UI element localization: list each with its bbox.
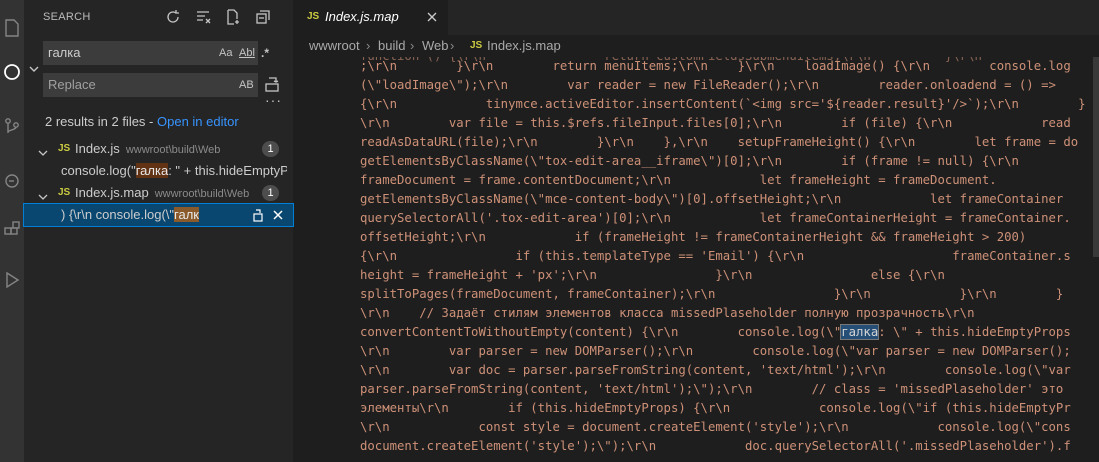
debug-icon[interactable] [2, 170, 22, 190]
dismiss-match-icon[interactable] [271, 207, 285, 221]
code-line: ;\r\n }\r\n return menuItems;\r\n }\r\n … [360, 59, 1071, 73]
chevron-right-icon: › [366, 38, 371, 53]
match-row[interactable]: console.log("галка: " + this.hideEmptyPr… [24, 160, 293, 182]
file-result[interactable]: JS Index.js.map wwwroot\build\Web 1 [24, 182, 293, 204]
replace-match-icon[interactable] [251, 207, 265, 222]
code-line: \r\n var parser = new DOMParser();\r\n c… [360, 344, 1071, 358]
tab-index-js-map[interactable]: JS Index.js.map [293, 0, 448, 35]
editor-tab-bar: JS Index.js.map [293, 0, 1099, 35]
clear-results-icon[interactable] [193, 8, 213, 26]
code-line: \r\n // Задаёт стилям элементов класса m… [360, 306, 975, 320]
breadcrumb-item[interactable]: build [378, 35, 405, 57]
search-match-highlight: галка [840, 324, 880, 340]
match-highlight: галка [135, 163, 169, 178]
replace-all-icon[interactable] [264, 76, 280, 92]
preserve-case-toggle[interactable]: AB [239, 73, 254, 97]
match-count-badge: 1 [262, 185, 279, 201]
file-name: Index.js wwwroot\build\Web [75, 141, 221, 156]
code-line: height = frameHeight + 'px';\r\n }\r\n e… [360, 268, 945, 282]
results-summary: 2 results in 2 files - Open in editor [45, 114, 239, 129]
run-icon[interactable] [2, 270, 22, 290]
code-line: convertContentToWithoutEmpty(content) {\… [360, 324, 1071, 340]
explorer-icon[interactable] [2, 18, 22, 38]
code-line: readAsDataURL(file);\r\n }\r\n },\r\n se… [360, 135, 1079, 149]
replace-input[interactable]: Replace AB [43, 73, 258, 97]
match-whole-word-toggle[interactable]: Abl [239, 41, 255, 65]
code-line: \r\n const style = document.createElemen… [360, 420, 1071, 434]
use-regex-toggle[interactable]: .* [261, 41, 269, 65]
sidebar-actions [163, 8, 273, 26]
extensions-icon[interactable] [2, 220, 22, 240]
code-line: splitToPages(frameDocument, frameContain… [360, 287, 1064, 301]
match-preview: ) {\r\n console.log(\"галк [61, 207, 199, 222]
match-count-badge: 1 [262, 141, 279, 157]
code-line: querySelectorAll('.tox-edit-area')[0];\r… [360, 211, 1071, 225]
code-line: offsetHeight;\r\n if (frameHeight != fra… [360, 230, 1027, 244]
refresh-icon[interactable] [163, 8, 183, 26]
activity-bar [0, 0, 24, 462]
file-result[interactable]: JS Index.js wwwroot\build\Web 1 [24, 138, 293, 160]
code-line: \r\n var doc = parser.parseFromString(co… [360, 363, 1071, 377]
file-path: wwwroot\build\Web [125, 144, 221, 156]
match-highlight: галк [174, 207, 199, 222]
breadcrumb-item[interactable]: Web [422, 35, 449, 57]
search-input-value: галка [48, 45, 81, 60]
search-input[interactable]: галка Aa Abl .* [43, 41, 269, 65]
match-case-toggle[interactable]: Aa [219, 41, 232, 65]
search-sidebar: SEARCH галка Aa Abl .* Replace AB ··· 2 … [23, 0, 294, 462]
new-search-editor-icon[interactable] [223, 8, 243, 26]
js-file-icon: JS [58, 143, 71, 154]
code-line: parser.parseFromString(content, 'text/ht… [360, 382, 1064, 396]
chevron-right-icon: › [410, 38, 415, 53]
code-line: document.createElement('style');\");\r\n… [360, 439, 1071, 453]
search-icon[interactable] [2, 62, 22, 82]
collapse-all-icon[interactable] [253, 8, 273, 26]
code-line: {\r\n tinymce.activeEditor.insertContent… [360, 97, 1086, 111]
code-line: frameDocument = frame.contentDocument;\r… [360, 173, 997, 187]
breadcrumb-item[interactable]: wwwroot [309, 35, 360, 57]
chevron-down-icon[interactable] [28, 62, 40, 74]
code-line: getElementsByClassName(\"mce-content-bod… [360, 192, 1064, 206]
chevron-right-icon: › [450, 38, 455, 53]
open-in-editor-link[interactable]: Open in editor [157, 114, 239, 129]
file-path: wwwroot\build\Web [154, 188, 250, 200]
js-file-icon: JS [58, 187, 71, 198]
js-file-icon: JS [307, 11, 320, 22]
match-actions [247, 204, 291, 226]
chevron-down-icon[interactable] [38, 187, 48, 200]
match-row-selected[interactable]: ) {\r\n console.log(\"галк [23, 203, 294, 227]
replace-placeholder: Replace [48, 77, 96, 92]
sidebar-title: SEARCH [43, 11, 91, 23]
breadcrumb: wwwroot › build › Web › JS Index.js.map [293, 35, 1099, 57]
code-editor[interactable]: function () {\r\n return customFieldsSub… [293, 57, 1099, 462]
tab-label: Index.js.map [325, 9, 399, 24]
match-preview: console.log("галка: " + this.hideEmptyPr… [61, 163, 287, 178]
code-line: getElementsByClassName(\"tox-edit-area__… [360, 154, 1019, 168]
close-icon[interactable] [425, 10, 439, 24]
breadcrumb-item[interactable]: Index.js.map [487, 35, 561, 57]
js-file-icon: JS [470, 40, 483, 51]
editor-scrollbar[interactable] [1093, 57, 1099, 257]
results-count-text: 2 results in 2 files - [45, 114, 157, 129]
chevron-down-icon[interactable] [38, 143, 48, 156]
code-line: элементы\r\n if (this.hideEmptyProps) {\… [360, 401, 1071, 415]
source-control-icon[interactable] [2, 116, 22, 136]
code-line: {\r\n if (this.templateType == 'Email') … [360, 249, 1071, 263]
code-line: (\"loadImage\");\r\n var reader = new Fi… [360, 78, 1056, 92]
more-options-icon[interactable]: ··· [265, 92, 282, 108]
file-name: Index.js.map wwwroot\build\Web [75, 185, 250, 200]
code-line: \r\n var file = this.$refs.fileInput.fil… [360, 116, 1071, 130]
